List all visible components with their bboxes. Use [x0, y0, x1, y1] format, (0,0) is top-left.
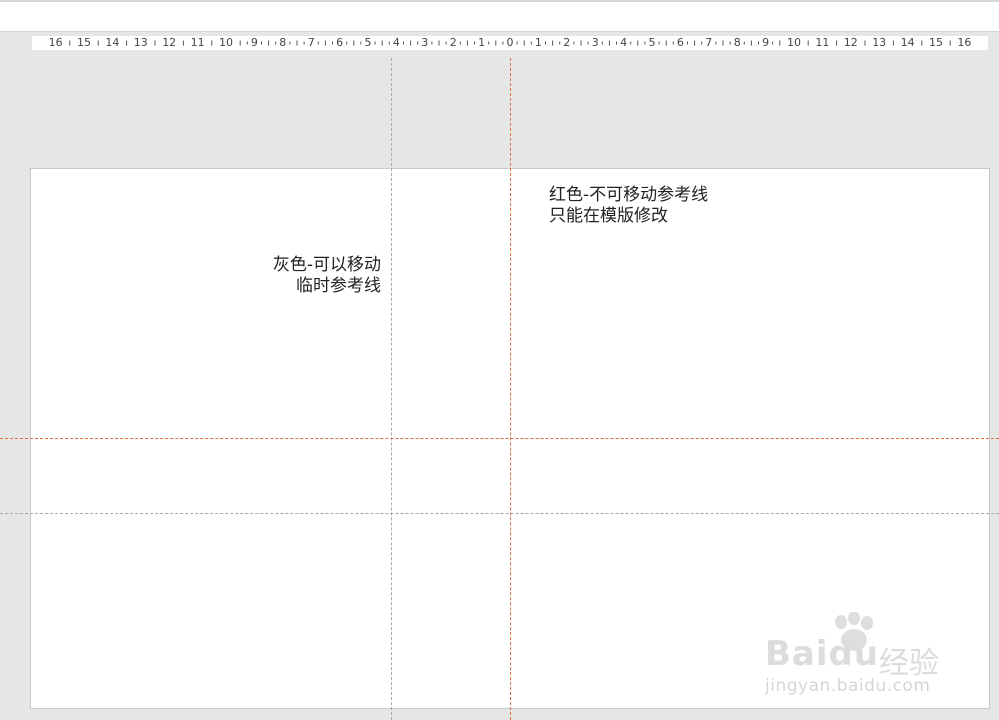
ruler-label: 13	[132, 36, 149, 50]
ruler-label: 15	[76, 36, 92, 50]
ruler-label: 6	[335, 36, 345, 50]
ruler-label: 4	[391, 36, 401, 50]
ruler-label: 11	[814, 36, 831, 50]
ruler-label: 3	[420, 36, 430, 50]
ruler-label: 5	[363, 36, 373, 50]
top-toolbar-strip	[0, 0, 999, 32]
ruler-label: 8	[732, 36, 742, 50]
ruler-label: 10	[218, 36, 234, 50]
ruler-label: 0	[505, 36, 515, 50]
ruler-label: 1	[533, 36, 543, 50]
red-vertical-guide-overlay	[510, 168, 511, 720]
ruler-label: 2	[448, 36, 458, 50]
red-annotation-line2: 只能在模版修改	[549, 206, 668, 226]
ruler-label: 1	[477, 36, 487, 50]
ruler-label: 7	[306, 36, 316, 50]
ruler-label: 12	[161, 36, 178, 50]
ruler-label: 6	[675, 36, 685, 50]
watermark-url: jingyan.baidu.com	[765, 676, 931, 696]
ruler-label: 8	[278, 36, 288, 50]
gray-horizontal-guide[interactable]	[0, 513, 999, 514]
ruler-label: 3	[590, 36, 600, 50]
baidu-watermark: Baidu 经验 jingyan.baidu.com	[765, 612, 955, 700]
ruler-label: 12	[842, 36, 859, 50]
ruler-label: 4	[619, 36, 629, 50]
ruler-label: 14	[104, 36, 121, 50]
ruler-label: 11	[189, 36, 206, 50]
gray-annotation-line1: 灰色-可以移动	[272, 255, 381, 275]
ruler-label: 13	[871, 36, 888, 50]
ruler-label: 16	[956, 36, 973, 50]
gray-annotation-line2: 临时参考线	[296, 276, 381, 296]
gray-vertical-guide-overlay[interactable]	[391, 168, 392, 720]
ruler-label: 10	[786, 36, 802, 50]
red-guide-annotation[interactable]: 红色-不可移动参考线 只能在模版修改	[549, 185, 708, 227]
ruler-label: 9	[249, 36, 259, 50]
ruler-label: 5	[647, 36, 657, 50]
red-horizontal-guide	[0, 438, 999, 439]
ruler-label: 14	[899, 36, 916, 50]
red-annotation-line1: 红色-不可移动参考线	[549, 185, 709, 205]
ruler-label: 2	[562, 36, 572, 50]
ruler-label: 16	[47, 36, 64, 50]
horizontal-ruler[interactable]: 16 15 14 13 12 11 10 9 8 7 6 5 4 3 2 1 0 1 2 3 4 5 6 7 8 9 10 11 12 1…	[32, 36, 988, 50]
watermark-logo: Baidu	[765, 634, 880, 674]
ruler-label: 9	[761, 36, 771, 50]
gray-guide-annotation[interactable]: 灰色-可以移动 临时参考线	[273, 255, 381, 297]
ruler-label: 15	[928, 36, 944, 50]
ruler-label: 7	[704, 36, 714, 50]
